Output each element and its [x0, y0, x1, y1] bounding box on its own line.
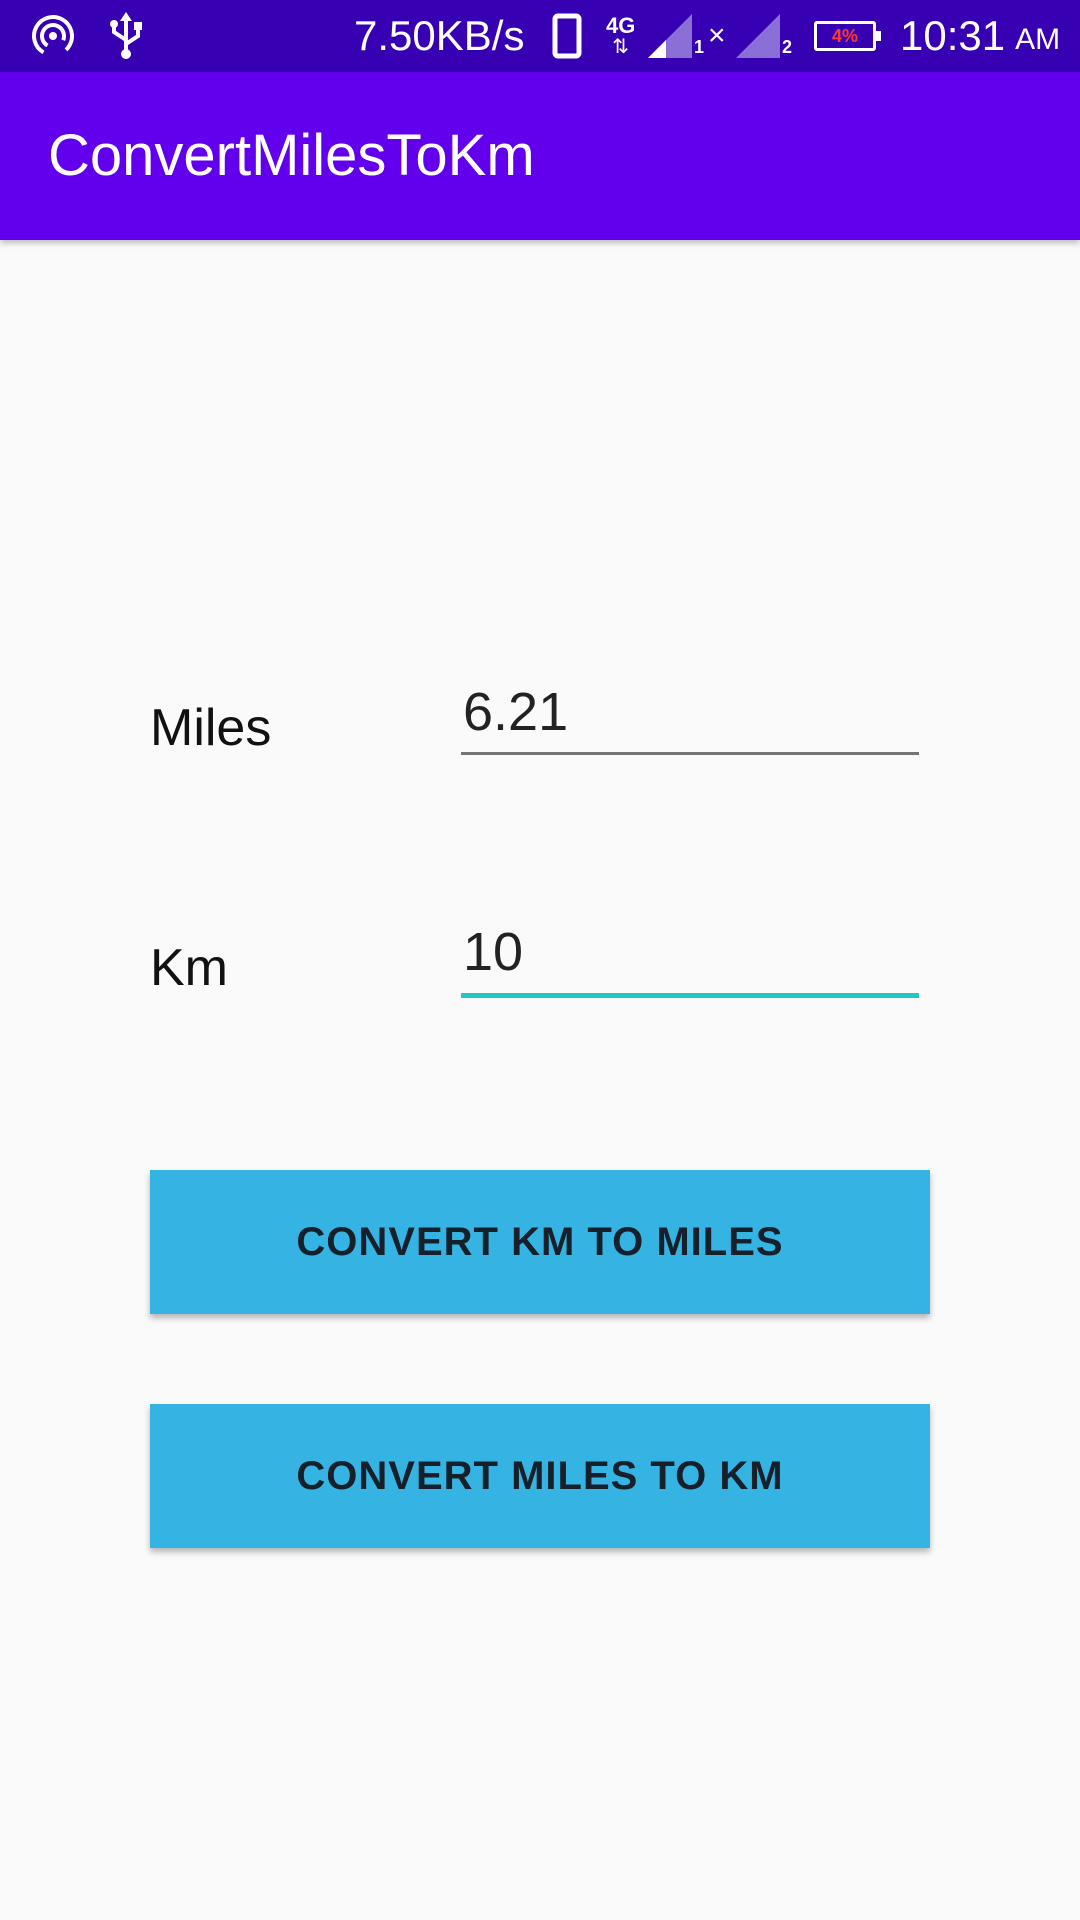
km-label: Km — [150, 939, 228, 997]
miles-label: Miles — [150, 699, 272, 757]
km-input[interactable] — [461, 912, 919, 992]
sim1-label: 1 — [694, 36, 705, 57]
app-title: ConvertMilesToKm — [48, 123, 535, 188]
signal-icon — [648, 0, 692, 72]
clock-am-pm: AM — [1015, 23, 1061, 56]
status-bar: 7.50KB/s 4G ⇅ 1 × 2 4% 10:31 AM — [0, 0, 1080, 72]
battery-percent: 4% — [831, 25, 858, 46]
sim2-label: 2 — [782, 36, 793, 57]
4g-icon: 4G ⇅ — [606, 13, 636, 58]
convert-miles-to-km-button[interactable]: CONVERT MILES TO KM — [150, 1404, 930, 1548]
km-input-underline — [461, 993, 919, 998]
hotspot-icon — [30, 0, 76, 72]
clock: 10:31 AM — [900, 0, 1060, 72]
sim2-indicator: 2 — [782, 0, 792, 72]
clock-time: 10:31 — [900, 12, 1006, 59]
convert-km-to-miles-button[interactable]: CONVERT KM TO MILES — [150, 1170, 930, 1314]
4g-label: 4G — [606, 13, 636, 38]
app-bar: ConvertMilesToKm — [0, 72, 1080, 240]
network-speed-text: 7.50KB/s — [354, 12, 525, 59]
signal-icon — [736, 0, 780, 72]
sim1-indicator: 1 × — [694, 19, 726, 57]
network-speed: 7.50KB/s — [354, 0, 524, 72]
phone-icon — [552, 0, 582, 72]
usb-icon — [108, 0, 144, 72]
battery-icon: 4% — [814, 0, 881, 72]
miles-input[interactable] — [461, 672, 919, 752]
miles-input-underline — [461, 752, 919, 755]
